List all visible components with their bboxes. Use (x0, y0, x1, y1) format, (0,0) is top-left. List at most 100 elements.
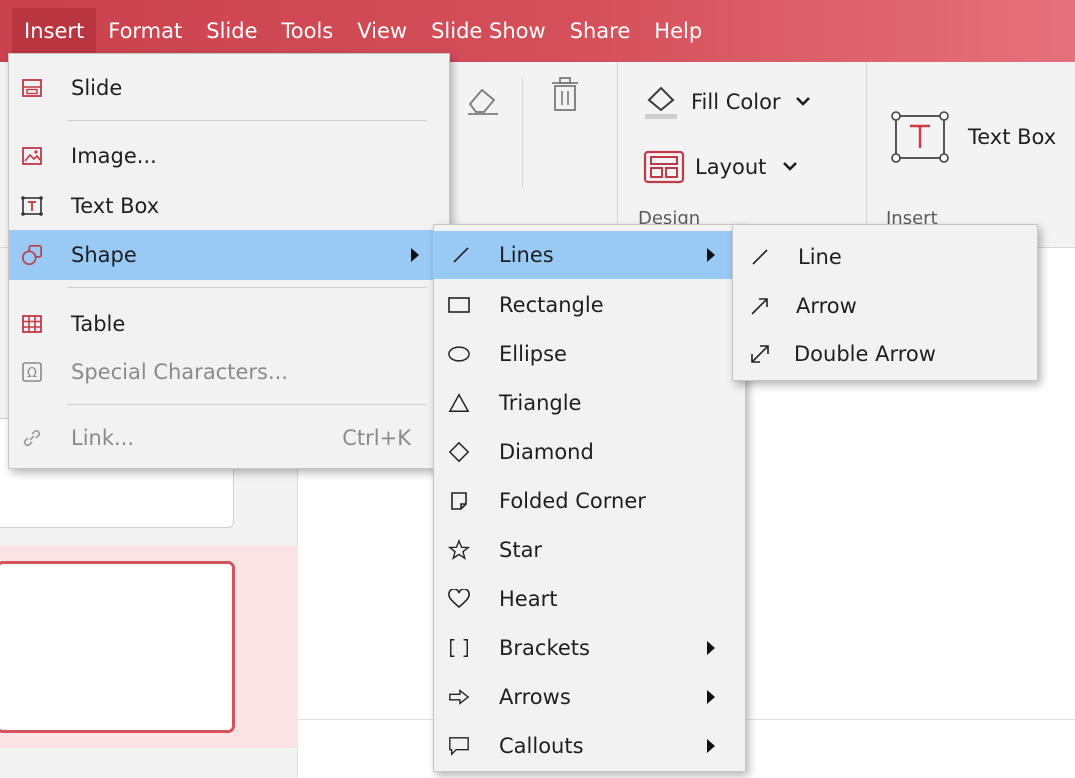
menu-item-table[interactable]: Table (9, 300, 449, 348)
line-icon (450, 244, 472, 266)
heart-icon (448, 588, 470, 610)
menu-item-label: Slide (71, 76, 123, 100)
menu-item-triangle[interactable]: Triangle (434, 379, 745, 427)
fill-color-button[interactable]: Fill Color (641, 82, 811, 122)
folded-corner-icon (448, 490, 470, 512)
callout-icon (448, 735, 470, 757)
menu-item-shortcut: Ctrl+K (342, 426, 411, 450)
text-box-label: Text Box (968, 125, 1057, 149)
menu-item-label: Arrows (499, 685, 571, 709)
menu-item-line[interactable]: Line (733, 233, 1037, 281)
menu-item-label: Triangle (499, 391, 582, 415)
menu-format[interactable]: Format (96, 8, 194, 54)
menu-item-label: Text Box (71, 194, 160, 218)
rectangle-icon (448, 294, 470, 316)
submenu-arrow-icon (707, 248, 715, 262)
chevron-down-icon (795, 96, 811, 108)
star-icon (448, 538, 470, 561)
menu-item-link[interactable]: Link... Ctrl+K (9, 414, 449, 462)
menu-item-label: Rectangle (499, 293, 604, 317)
slide-thumbnail-selected[interactable] (0, 561, 235, 733)
link-icon (21, 427, 43, 449)
menu-slide[interactable]: Slide (194, 8, 269, 54)
text-box-icon (21, 195, 43, 217)
menu-item-label: Brackets (499, 636, 590, 660)
menu-item-image[interactable]: Image... (9, 132, 449, 180)
menu-item-label: Table (71, 312, 126, 336)
layout-button[interactable]: Layout (643, 150, 798, 184)
double-arrow-icon (749, 343, 771, 365)
menu-item-lines[interactable]: Lines (434, 231, 745, 279)
menu-item-label: Arrow (796, 294, 857, 318)
text-box-icon (888, 108, 952, 166)
menu-item-arrow[interactable]: Arrow (733, 282, 1037, 330)
menu-item-text-box[interactable]: Text Box (9, 182, 449, 230)
menu-share[interactable]: Share (558, 8, 643, 54)
menu-tools[interactable]: Tools (270, 8, 346, 54)
layout-label: Layout (695, 155, 767, 179)
menu-item-diamond[interactable]: Diamond (434, 428, 745, 476)
diamond-icon (448, 441, 470, 463)
shape-submenu: Lines Rectangle Ellipse Triangle Diamond… (433, 224, 746, 772)
menu-separator (67, 404, 427, 405)
ribbon-separator (522, 78, 523, 188)
insert-menu: Slide Image... Text Box Shape Table Ω Sp… (8, 53, 450, 469)
menu-insert[interactable]: Insert (12, 8, 97, 54)
menu-item-callouts[interactable]: Callouts (434, 722, 745, 770)
shape-icon (21, 244, 43, 266)
menu-item-brackets[interactable]: Brackets (434, 624, 745, 672)
delete-icon[interactable] (548, 76, 582, 119)
text-box-button[interactable]: Text Box (888, 108, 1056, 166)
line-icon (749, 246, 771, 268)
menu-item-label: Folded Corner (499, 489, 646, 513)
menu-help[interactable]: Help (642, 8, 714, 54)
menu-item-label: Callouts (499, 734, 584, 758)
menu-item-label: Diamond (499, 440, 594, 464)
special-characters-icon: Ω (21, 361, 43, 383)
menu-item-label: Lines (499, 243, 554, 267)
menu-item-label: Ellipse (499, 342, 567, 366)
submenu-arrow-icon (707, 641, 715, 655)
menu-item-arrows[interactable]: Arrows (434, 673, 745, 721)
menu-item-star[interactable]: Star (434, 526, 745, 574)
menu-separator (67, 287, 427, 288)
submenu-arrow-icon (707, 739, 715, 753)
menu-item-label: Image... (71, 144, 157, 168)
triangle-icon (448, 392, 470, 414)
menu-item-label: Heart (499, 587, 558, 611)
slide-icon (21, 77, 43, 99)
menu-item-label: Star (499, 538, 543, 562)
menu-item-slide[interactable]: Slide (9, 64, 449, 112)
menu-item-heart[interactable]: Heart (434, 575, 745, 623)
menu-item-rectangle[interactable]: Rectangle (434, 281, 745, 329)
image-icon (21, 145, 43, 167)
ribbon-separator (866, 62, 867, 248)
arrow-right-icon (448, 686, 470, 708)
eraser-icon[interactable] (466, 82, 500, 121)
arrow-icon (749, 295, 771, 317)
menu-item-ellipse[interactable]: Ellipse (434, 330, 745, 378)
menu-item-folded-corner[interactable]: Folded Corner (434, 477, 745, 525)
menu-item-shape[interactable]: Shape (9, 230, 449, 280)
menu-item-special-characters[interactable]: Ω Special Characters... (9, 348, 449, 396)
lines-submenu: Line Arrow Double Arrow (732, 224, 1038, 381)
fill-color-label: Fill Color (691, 90, 781, 114)
menu-view[interactable]: View (345, 8, 419, 54)
layout-icon (643, 150, 685, 184)
menu-slide-show[interactable]: Slide Show (419, 8, 558, 54)
ribbon-separator (617, 62, 618, 248)
ellipse-icon (448, 343, 470, 365)
menu-item-label: Special Characters... (71, 360, 288, 384)
menu-item-label: Link... (71, 426, 135, 450)
brackets-icon (448, 637, 470, 659)
menu-item-double-arrow[interactable]: Double Arrow (733, 330, 1037, 378)
menu-item-label: Double Arrow (794, 342, 936, 366)
menu-separator (67, 120, 427, 121)
svg-text:Ω: Ω (27, 366, 37, 381)
chevron-down-icon (782, 161, 798, 173)
menu-item-label: Shape (71, 243, 137, 267)
submenu-arrow-icon (411, 248, 419, 262)
table-icon (21, 313, 43, 335)
submenu-arrow-icon (707, 690, 715, 704)
menu-item-label: Line (798, 245, 842, 269)
